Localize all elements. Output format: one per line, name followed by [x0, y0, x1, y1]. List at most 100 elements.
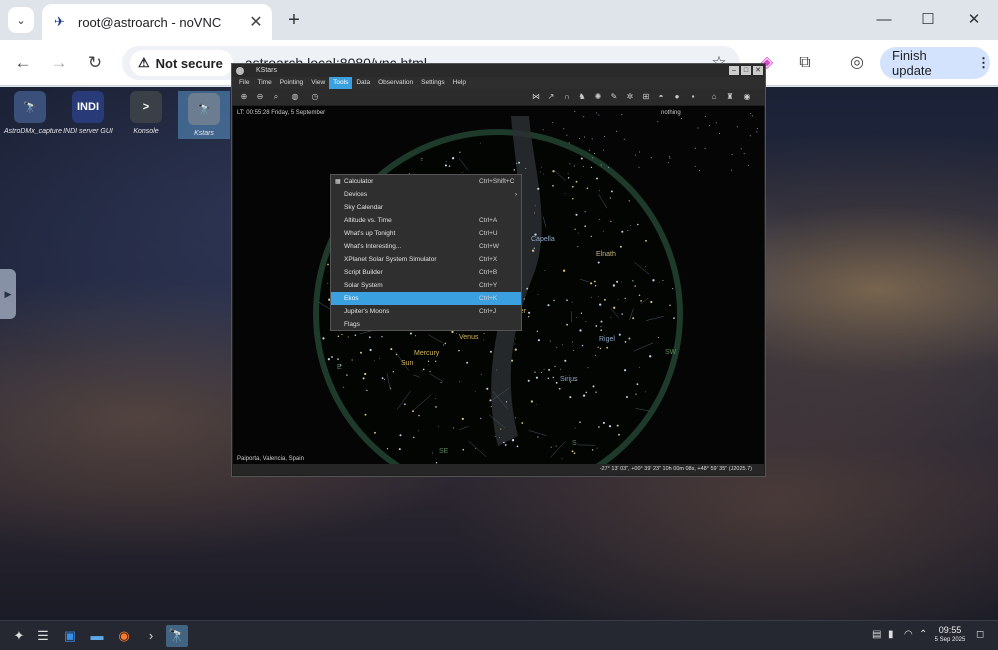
zoom-in-icon[interactable]: ⊕: [239, 92, 249, 102]
browser-tab[interactable]: ✈ root@astroarch - noVNC ✕: [42, 4, 272, 40]
app-launcher-icon[interactable]: ✦: [8, 625, 30, 647]
back-icon[interactable]: ←: [10, 50, 36, 76]
constellation-art-icon[interactable]: ↗: [546, 92, 556, 102]
menu-pointing[interactable]: Pointing: [276, 77, 308, 89]
horizon-icon[interactable]: ◓: [656, 92, 666, 102]
planets-icon[interactable]: ✎: [609, 92, 619, 102]
new-tab-button[interactable]: +: [282, 8, 306, 32]
tab-search-icon[interactable]: ⌄: [8, 7, 34, 33]
clock-icon[interactable]: ◷: [310, 92, 320, 102]
boundaries-icon[interactable]: ♞: [577, 92, 587, 102]
menu-item-label: Script Builder: [344, 269, 383, 276]
menu-observation[interactable]: Observation: [374, 77, 417, 89]
tools-menu-item-what-s-up-tonight[interactable]: What's up Tonight Ctrl+U: [331, 227, 521, 240]
tools-menu-item-ekos[interactable]: Ekos Ctrl+K: [331, 292, 521, 305]
ground-icon[interactable]: ●: [672, 92, 682, 102]
tools-menu-item-altitude-vs-time[interactable]: Altitude vs. Time Ctrl+A: [331, 214, 521, 227]
desktop-icon-kstars[interactable]: 🔭 Kstars: [178, 91, 230, 139]
zoom-out-icon[interactable]: ⊖: [255, 92, 265, 102]
clock[interactable]: 09:55 5 Sep 2025: [930, 625, 970, 644]
firefox-icon[interactable]: ◉: [113, 625, 135, 647]
star: [337, 358, 339, 360]
kstars-titlebar[interactable]: KStars – □ ✕: [232, 64, 765, 77]
constellation-lines-icon[interactable]: ⋈: [531, 92, 541, 102]
tools-menu-item-xplanet-solar-system-simulator[interactable]: XPlanet Solar System Simulator Ctrl+X: [331, 253, 521, 266]
observing-list-icon[interactable]: ◉: [742, 92, 752, 102]
kstars-minimize-button[interactable]: –: [729, 66, 739, 75]
tools-menu-item-sky-calendar[interactable]: Sky Calendar: [331, 201, 521, 214]
star: [413, 436, 415, 439]
menu-time[interactable]: Time: [253, 77, 275, 89]
star: [544, 270, 546, 271]
scope-icon[interactable]: ⌂: [709, 92, 719, 102]
clipboard-tray-icon[interactable]: ▮: [888, 629, 894, 640]
tab-close-icon[interactable]: ✕: [246, 12, 266, 32]
star: [534, 212, 536, 214]
puzzle-icon[interactable]: ⧉: [794, 52, 816, 74]
trash-icon[interactable]: ♜: [725, 92, 735, 102]
finish-update-button[interactable]: Finish update ⋮: [880, 47, 990, 79]
tools-menu-item-devices[interactable]: Devices ›: [331, 188, 521, 201]
star: [587, 367, 589, 369]
desktop-icon-konsole[interactable]: > Konsole: [120, 91, 172, 136]
star: [451, 157, 455, 160]
search-icon[interactable]: ⌕: [271, 92, 281, 102]
menu-tools[interactable]: Tools: [329, 77, 353, 89]
notes-tray-icon[interactable]: ▤: [872, 629, 881, 640]
star: [480, 417, 482, 419]
tools-menu-item-solar-system[interactable]: Solar System Ctrl+Y: [331, 279, 521, 292]
kstars-taskbar-icon[interactable]: 🔭: [166, 625, 188, 647]
pager-icon[interactable]: ☰: [32, 625, 54, 647]
tools-menu-item-script-builder[interactable]: Script Builder Ctrl+B: [331, 266, 521, 279]
security-label: Not secure: [155, 55, 223, 71]
star: [573, 165, 575, 167]
star: [531, 249, 535, 252]
novnc-sidebar-handle[interactable]: ▶: [0, 269, 16, 319]
deep-sky-icon[interactable]: ✲: [625, 92, 635, 102]
menu-help[interactable]: Help: [449, 77, 470, 89]
menu-file[interactable]: File: [235, 77, 253, 89]
star: [556, 346, 558, 348]
star: [364, 413, 367, 416]
kstars-maximize-button[interactable]: □: [741, 66, 751, 75]
tools-menu-item-calculator[interactable]: ▦ Calculator Ctrl+Shift+C: [331, 175, 521, 188]
kstars-logo-icon: [236, 66, 244, 75]
discover-icon[interactable]: ▣: [59, 625, 81, 647]
star: [514, 343, 516, 345]
constellation-names-icon[interactable]: ∩: [562, 92, 572, 102]
tools-menu-item-jupiter-s-moons[interactable]: Jupiter's Moons Ctrl+J: [331, 305, 521, 318]
milky-way-icon[interactable]: ✺: [593, 92, 603, 102]
minimize-button[interactable]: —: [864, 6, 904, 34]
profile-icon[interactable]: ◎: [846, 52, 868, 74]
close-window-button[interactable]: ✕: [954, 6, 994, 34]
security-chip[interactable]: ⚠ Not secure: [130, 50, 233, 76]
konsole-taskbar-icon[interactable]: ›: [140, 625, 162, 647]
flags-icon[interactable]: ▪: [688, 92, 698, 102]
star: [579, 421, 581, 423]
star: [571, 185, 574, 188]
menu-view[interactable]: View: [307, 77, 329, 89]
grid-icon[interactable]: ⊞: [641, 92, 651, 102]
star: [327, 358, 330, 361]
star: [610, 190, 613, 193]
tools-menu-item-what-s-interesting[interactable]: What's Interesting... Ctrl+W: [331, 240, 521, 253]
star: [617, 299, 619, 301]
menu-settings[interactable]: Settings: [417, 77, 449, 89]
network-tray-icon[interactable]: ◠: [904, 629, 913, 640]
menu-icon[interactable]: ⋮: [977, 55, 990, 71]
dolphin-icon[interactable]: ▬: [86, 625, 108, 647]
show-hidden-icon[interactable]: ⌃: [919, 629, 927, 640]
kstars-close-button[interactable]: ✕: [753, 66, 763, 75]
globe-icon[interactable]: ◍: [290, 92, 300, 102]
menu-data[interactable]: Data: [352, 77, 374, 89]
menu-item-shortcut: Ctrl+K: [479, 295, 498, 302]
reload-icon[interactable]: ↻: [82, 50, 108, 76]
tools-menu-item-flags[interactable]: Flags: [331, 318, 521, 331]
show-desktop-icon[interactable]: ◻: [976, 629, 984, 640]
maximize-button[interactable]: ☐: [908, 6, 948, 34]
desktop-icon-astrodmx-capture[interactable]: 🔭 AstroDMx_capture: [4, 91, 62, 136]
forward-icon[interactable]: →: [46, 50, 72, 76]
desktop-icon-indi-server-gui[interactable]: INDI INDI server GUI: [62, 91, 114, 136]
star: [421, 370, 423, 372]
star: [555, 445, 557, 447]
